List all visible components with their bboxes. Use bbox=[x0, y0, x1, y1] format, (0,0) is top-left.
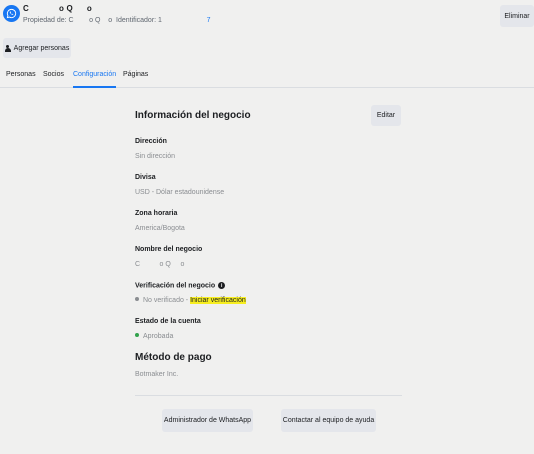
whatsapp-logo-icon bbox=[3, 5, 20, 22]
account-status-label: Estado de la cuenta bbox=[135, 318, 201, 325]
verification-label-row: Verificación del negocio i bbox=[135, 282, 226, 290]
currency-value: USD - Dólar estadounidense bbox=[135, 189, 225, 196]
account-meta: Propiedad de: C o Q o Identificador: 1 7 bbox=[23, 17, 211, 24]
account-name-part: o bbox=[86, 4, 93, 13]
account-status-row: Aprobada bbox=[135, 333, 173, 340]
account-name-part: C bbox=[23, 4, 29, 13]
payment-method-value: Botmaker Inc. bbox=[135, 371, 179, 378]
business-name-value: C o Q o bbox=[135, 261, 185, 268]
tab-socios[interactable]: Socios bbox=[43, 71, 64, 88]
add-people-label: Agregar personas bbox=[13, 44, 70, 52]
account-id-label: o Identificador: 1 bbox=[108, 17, 162, 24]
status-dot-icon bbox=[135, 297, 139, 301]
divider bbox=[135, 395, 402, 396]
info-icon[interactable]: i bbox=[218, 282, 226, 289]
currency-label: Divisa bbox=[135, 174, 156, 181]
verification-status: No verificado bbox=[143, 297, 184, 304]
owned-by-tail: o Q bbox=[89, 17, 101, 24]
timezone-value: America/Bogota bbox=[135, 225, 185, 232]
delete-button[interactable]: Eliminar bbox=[500, 5, 534, 27]
account-name: Co Q o bbox=[23, 4, 92, 13]
payment-method-title: Método de pago bbox=[135, 352, 212, 363]
settings-tabs: Personas Socios Configuración Páginas bbox=[0, 68, 534, 88]
add-people-button[interactable]: Agregar personas bbox=[3, 38, 71, 58]
account-name-part: o Q bbox=[58, 4, 73, 13]
tab-paginas[interactable]: Páginas bbox=[123, 71, 148, 88]
business-info-title: Información del negocio bbox=[135, 110, 251, 121]
verification-status-row: No verificado - Iniciar verificación bbox=[135, 297, 246, 304]
contact-support-button[interactable]: Contactar al equipo de ayuda bbox=[281, 409, 376, 432]
address-label: Dirección bbox=[135, 138, 167, 145]
start-verification-link[interactable]: Iniciar verificación bbox=[190, 297, 246, 304]
verification-label: Verificación del negocio bbox=[135, 282, 216, 290]
account-id-value: 7 bbox=[206, 17, 211, 24]
account-status-value: Aprobada bbox=[143, 333, 174, 340]
status-dot-icon bbox=[135, 333, 139, 337]
whatsapp-manager-button[interactable]: Administrador de WhatsApp bbox=[162, 409, 253, 432]
tab-personas[interactable]: Personas bbox=[6, 71, 36, 88]
edit-button[interactable]: Editar bbox=[371, 105, 401, 126]
timezone-label: Zona horaria bbox=[135, 210, 178, 217]
person-icon bbox=[4, 44, 11, 52]
account-header: Co Q o Propiedad de: C o Q o Identificado… bbox=[0, 0, 534, 36]
owned-by-label: Propiedad de: C bbox=[23, 17, 74, 24]
address-value: Sin dirección bbox=[135, 153, 176, 160]
business-name-label: Nombre del negocio bbox=[135, 246, 203, 253]
tab-configuracion[interactable]: Configuración bbox=[73, 71, 117, 88]
